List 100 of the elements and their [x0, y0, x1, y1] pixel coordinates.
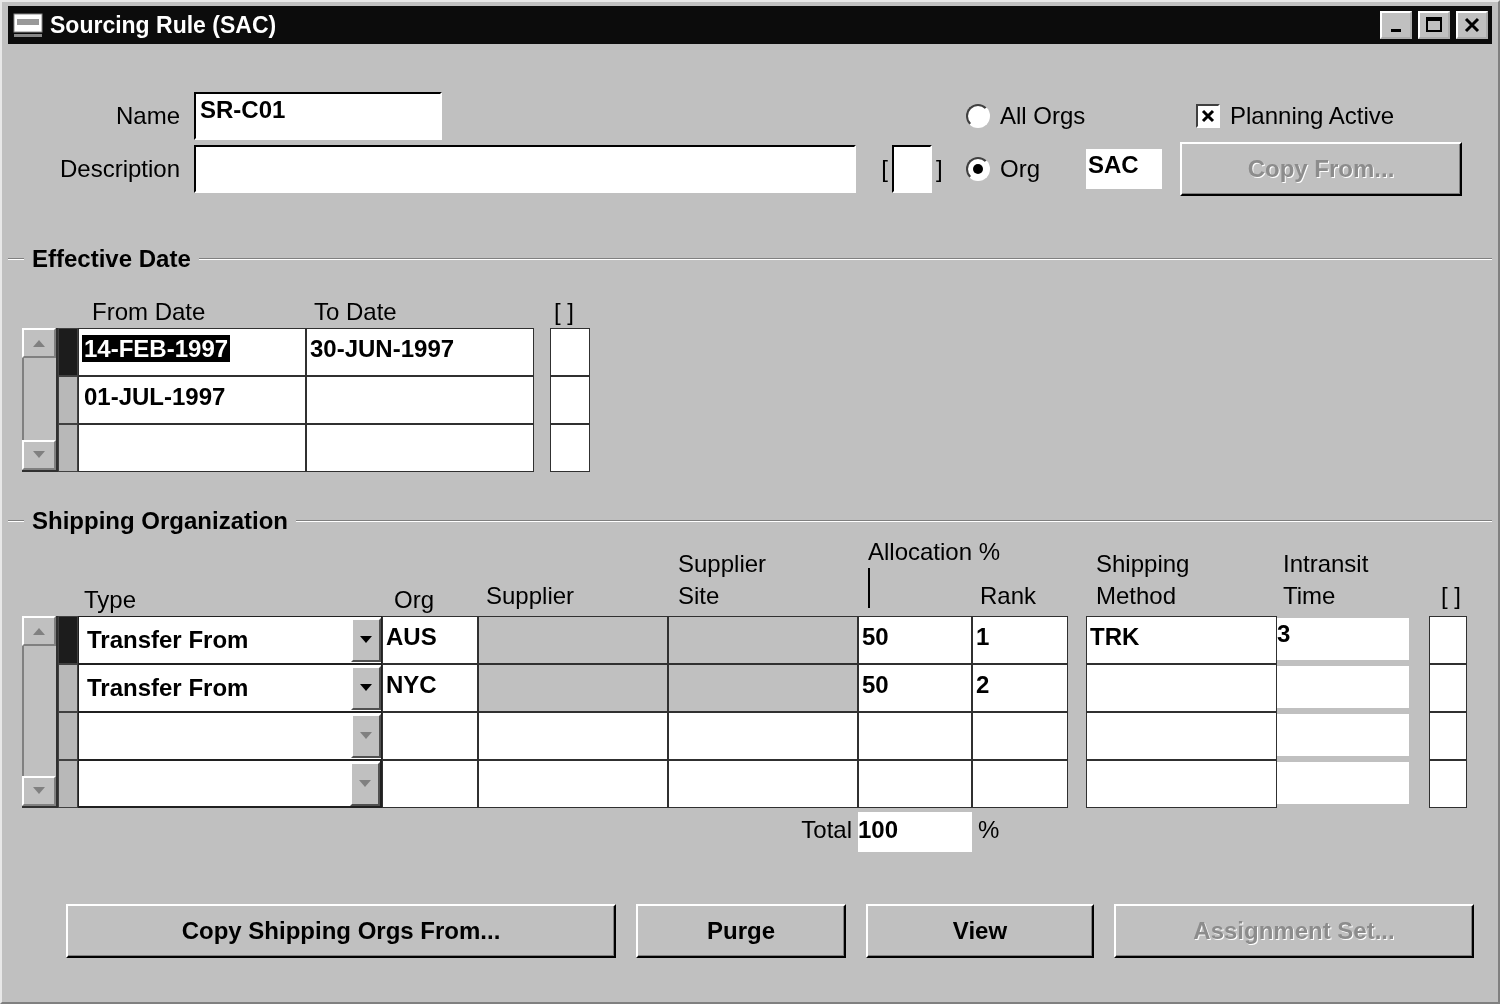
supplier-site-cell[interactable]: [668, 712, 858, 760]
dropdown-button[interactable]: [351, 666, 381, 710]
date-cell[interactable]: 01-JUL-1997: [78, 376, 306, 424]
record-indicator[interactable]: [58, 376, 78, 424]
scroll-down-button[interactable]: [22, 776, 56, 806]
maximize-icon: [1425, 16, 1443, 34]
date-cell[interactable]: [306, 376, 534, 424]
record-indicator[interactable]: [58, 424, 78, 472]
rank-cell[interactable]: [972, 712, 1068, 760]
column-header: From Date: [91, 297, 207, 327]
scroll-up-button[interactable]: [22, 328, 56, 358]
caret-icon: [32, 450, 46, 460]
record-indicator[interactable]: [58, 760, 78, 808]
column-header: Supplier: [485, 581, 576, 611]
action-button[interactable]: View: [866, 904, 1094, 958]
rank-cell[interactable]: 2: [972, 664, 1068, 712]
type-dropdown[interactable]: Transfer From: [78, 616, 382, 664]
org-field[interactable]: SAC: [1086, 149, 1162, 189]
allocation-cell[interactable]: 50: [858, 616, 972, 664]
column-header: Org: [393, 585, 435, 615]
dropdown-button[interactable]: [351, 618, 381, 662]
flexfield-cell[interactable]: [1429, 616, 1467, 664]
section-title: Effective Date: [32, 245, 191, 273]
total-label: Total: [800, 816, 853, 844]
section-title: Shipping Organization: [32, 507, 288, 535]
dropdown-button[interactable]: [350, 761, 380, 806]
supplier-site-cell[interactable]: [668, 664, 858, 712]
record-indicator[interactable]: [58, 664, 78, 712]
maximize-button[interactable]: [1418, 11, 1450, 39]
supplier-site-cell[interactable]: [668, 616, 858, 664]
flexfield-cell[interactable]: [550, 376, 590, 424]
dropdown-button[interactable]: [351, 714, 381, 758]
planning-active-checkbox[interactable]: [1196, 104, 1220, 128]
column-header: Type: [83, 585, 138, 615]
window-title: Sourcing Rule (SAC): [50, 11, 278, 39]
shipping-method-cell[interactable]: TRK: [1086, 616, 1277, 664]
scroll-up-button[interactable]: [22, 616, 56, 646]
type-dropdown[interactable]: [78, 712, 382, 760]
caret-icon: [32, 786, 46, 796]
type-dropdown[interactable]: [78, 760, 382, 808]
radio-label: All Orgs: [1000, 102, 1086, 130]
minimize-button[interactable]: [1380, 11, 1412, 39]
org-cell[interactable]: AUS: [382, 616, 478, 664]
flexfield-cell[interactable]: [1429, 664, 1467, 712]
minimize-icon: [1391, 28, 1401, 32]
shipping-method-cell[interactable]: [1086, 664, 1277, 712]
org-cell[interactable]: [382, 760, 478, 808]
type-dropdown[interactable]: Transfer From: [78, 664, 382, 712]
allocation-cell[interactable]: 50: [858, 664, 972, 712]
intransit-time-cell[interactable]: 3: [1277, 618, 1409, 660]
caret-icon: [359, 731, 373, 741]
scrollbar[interactable]: [22, 616, 58, 808]
org-cell[interactable]: [382, 712, 478, 760]
flexfield-box[interactable]: [892, 145, 932, 193]
scroll-down-button[interactable]: [22, 440, 56, 470]
close-button[interactable]: [1456, 11, 1488, 39]
flexfield-cell[interactable]: [550, 328, 590, 376]
bracket-text: [: [881, 155, 888, 183]
description-field[interactable]: [194, 145, 856, 193]
allocation-cell[interactable]: [858, 712, 972, 760]
percent-label: %: [977, 816, 1001, 844]
check-mark-icon: [1201, 109, 1215, 123]
org-cell[interactable]: NYC: [382, 664, 478, 712]
date-cell[interactable]: [78, 424, 306, 472]
scrollbar[interactable]: [22, 328, 58, 472]
column-header: Supplier Site: [677, 549, 768, 611]
date-cell[interactable]: 14-FEB-1997: [78, 328, 306, 376]
flexfield-cell[interactable]: [1429, 760, 1467, 808]
shipping-method-cell[interactable]: [1086, 712, 1277, 760]
caret-icon: [359, 683, 373, 693]
supplier-cell[interactable]: [478, 760, 668, 808]
action-button[interactable]: Copy Shipping Orgs From...: [66, 904, 616, 958]
flexfield-cell[interactable]: [1429, 712, 1467, 760]
record-indicator[interactable]: [58, 712, 78, 760]
intransit-time-cell[interactable]: [1277, 762, 1409, 804]
name-label: Name: [114, 102, 181, 130]
intransit-time-cell[interactable]: [1277, 666, 1409, 708]
total-field: 100: [858, 812, 972, 852]
column-group-header: Allocation %: [867, 537, 1001, 567]
intransit-time-cell[interactable]: [1277, 714, 1409, 756]
flexfield-cell[interactable]: [550, 424, 590, 472]
column-header: [ ]: [553, 297, 575, 327]
allocation-cell[interactable]: [858, 760, 972, 808]
radio-button[interactable]: [966, 104, 990, 128]
action-button[interactable]: Purge: [636, 904, 846, 958]
rank-cell[interactable]: [972, 760, 1068, 808]
name-field[interactable]: SR-C01: [194, 92, 442, 140]
description-label: Description: [58, 155, 181, 183]
shipping-method-cell[interactable]: [1086, 760, 1277, 808]
date-cell[interactable]: 30-JUN-1997: [306, 328, 534, 376]
caret-icon: [32, 626, 46, 636]
radio-button[interactable]: [966, 157, 990, 181]
date-cell[interactable]: [306, 424, 534, 472]
bracket-text: ]: [936, 155, 943, 183]
column-header: Intransit Time: [1282, 549, 1370, 611]
supplier-cell[interactable]: [478, 712, 668, 760]
column-header: To Date: [313, 297, 398, 327]
supplier-site-cell[interactable]: [668, 760, 858, 808]
rank-cell[interactable]: 1: [972, 616, 1068, 664]
checkbox-label: Planning Active: [1230, 102, 1395, 130]
